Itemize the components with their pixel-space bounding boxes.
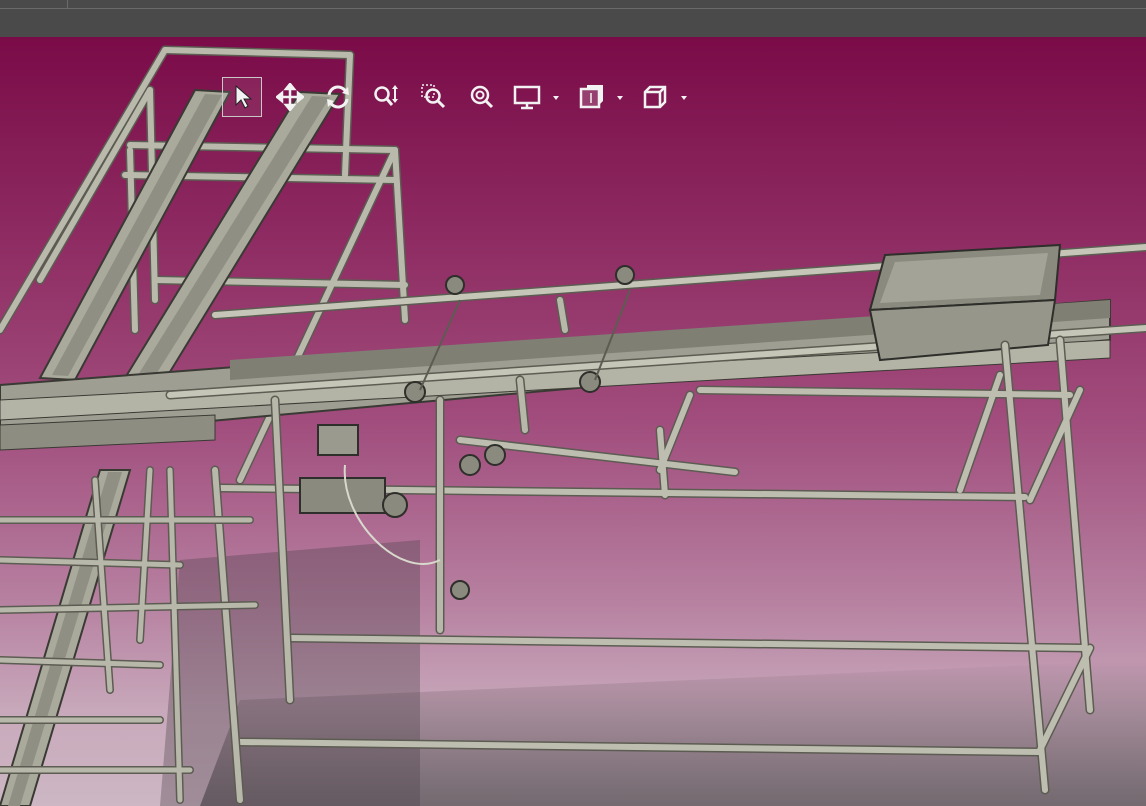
cube-icon [643,85,687,109]
rotate-icon [327,85,349,109]
chevron-down-icon [681,96,687,100]
view-toolbar [222,77,702,117]
pan-tool-button[interactable] [270,77,310,117]
arrow-pointer-icon [235,84,253,109]
window-top-bar [0,0,1146,38]
section-view-dropdown[interactable] [574,77,630,117]
monitor-icon [513,85,559,110]
select-tool-button[interactable] [222,77,262,117]
tab-strip-line [0,8,1146,9]
zoom-window-icon [421,84,446,109]
zoom-tool-button[interactable] [366,77,406,117]
zoom-fit-tool-button[interactable] [462,77,502,117]
four-way-move-icon [276,83,304,111]
view-orientation-dropdown[interactable] [638,77,694,117]
section-view-icon [579,85,623,109]
zoom-updown-icon [374,85,398,106]
tote-box [868,243,1062,362]
display-mode-dropdown[interactable] [510,77,566,117]
3d-viewport[interactable] [0,37,1146,806]
cad-model-scene[interactable] [0,37,1146,806]
tab-separator [67,0,68,8]
zoom-window-tool-button[interactable] [414,77,454,117]
chevron-down-icon [617,96,623,100]
zoom-fit-icon [470,85,494,109]
chevron-down-icon [553,96,559,100]
rotate-tool-button[interactable] [318,77,358,117]
